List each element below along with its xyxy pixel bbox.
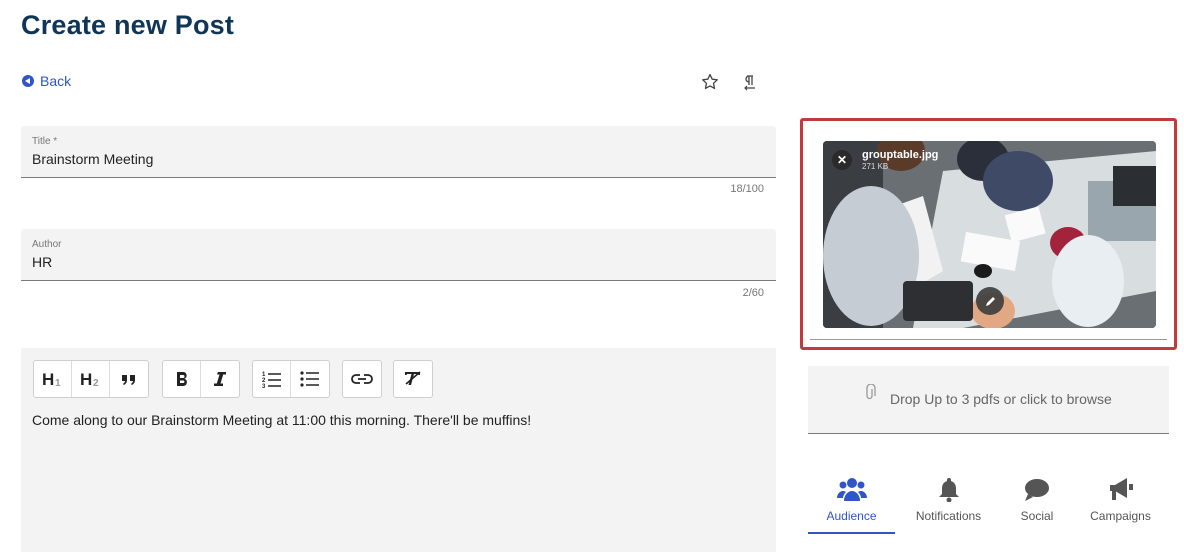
featured-image: ✕ grouptable.jpg 271 KB xyxy=(823,141,1156,328)
tab-social[interactable]: Social xyxy=(1002,474,1072,534)
bold-button[interactable] xyxy=(163,361,201,397)
svg-text:H: H xyxy=(80,370,92,388)
image-filesize: 271 KB xyxy=(862,162,889,171)
rich-text-editor[interactable]: H1 H2 123 Come along to our Brainstorm M… xyxy=(21,348,776,552)
heading1-button[interactable]: H1 xyxy=(34,361,72,397)
tab-notifications-label: Notifications xyxy=(915,509,982,523)
tab-campaigns-label: Campaigns xyxy=(1090,509,1151,523)
title-label: Title * xyxy=(32,136,58,147)
author-field[interactable]: Author HR xyxy=(21,229,776,281)
page-title: Create new Post xyxy=(21,10,235,40)
back-arrow-icon xyxy=(22,75,34,87)
megaphone-icon xyxy=(1108,474,1134,502)
heading-toolbar-group: H1 H2 xyxy=(33,360,149,398)
paperclip-icon xyxy=(863,383,877,407)
tab-campaigns[interactable]: Campaigns xyxy=(1072,474,1169,534)
heading2-icon: H2 xyxy=(80,370,99,388)
pencil-icon xyxy=(985,296,995,306)
tab-notifications[interactable]: Notifications xyxy=(895,474,1002,534)
clear-format-button[interactable] xyxy=(394,361,432,397)
favorite-star-icon[interactable] xyxy=(700,72,720,92)
remove-image-button[interactable]: ✕ xyxy=(832,150,852,170)
pdf-dropzone[interactable]: Drop Up to 3 pdfs or click to browse xyxy=(808,366,1169,434)
heading2-button[interactable]: H2 xyxy=(72,361,110,397)
editor-content[interactable]: Come along to our Brainstorm Meeting at … xyxy=(32,412,531,428)
author-label: Author xyxy=(32,239,62,250)
settings-tabs: Audience Notifications Social Campaigns xyxy=(808,474,1169,534)
back-label: Back xyxy=(40,73,72,89)
italic-icon xyxy=(214,372,226,386)
bullet-list-icon xyxy=(300,371,319,387)
bold-icon xyxy=(176,371,187,386)
tab-social-label: Social xyxy=(1020,509,1054,523)
svg-text:H: H xyxy=(42,370,54,388)
tab-audience-label: Audience xyxy=(826,509,877,523)
image-field-underline xyxy=(810,339,1167,340)
users-icon xyxy=(836,474,867,502)
ordered-list-icon: 123 xyxy=(262,372,281,388)
author-input[interactable]: HR xyxy=(32,254,52,270)
author-char-counter: 2/60 xyxy=(742,287,764,299)
link-icon xyxy=(351,374,373,384)
paragraph-direction-icon[interactable] xyxy=(740,72,760,92)
blockquote-button[interactable] xyxy=(110,361,148,397)
list-toolbar-group: 123 xyxy=(252,360,330,398)
tab-audience[interactable]: Audience xyxy=(808,474,895,534)
back-link[interactable]: Back xyxy=(22,73,71,89)
edit-image-button[interactable] xyxy=(976,287,1004,315)
chat-bubble-icon xyxy=(1024,474,1050,502)
quote-icon xyxy=(122,375,135,385)
link-button[interactable] xyxy=(343,361,381,397)
format-toolbar-group xyxy=(162,360,240,398)
bell-icon xyxy=(938,474,960,502)
image-filename: grouptable.jpg xyxy=(862,149,939,161)
ordered-list-button[interactable]: 123 xyxy=(253,361,291,397)
italic-button[interactable] xyxy=(201,361,239,397)
clear-format-icon xyxy=(405,371,421,385)
link-toolbar-group xyxy=(342,360,382,398)
featured-image-panel: ✕ grouptable.jpg 271 KB xyxy=(800,118,1177,350)
dropzone-text: Drop Up to 3 pdfs or click to browse xyxy=(890,391,1112,407)
svg-text:1: 1 xyxy=(55,378,61,388)
title-char-counter: 18/100 xyxy=(730,183,764,195)
bullet-list-button[interactable] xyxy=(291,361,329,397)
svg-text:2: 2 xyxy=(93,378,99,388)
title-field[interactable]: Title * Brainstorm Meeting xyxy=(21,126,776,178)
heading1-icon: H1 xyxy=(42,370,61,388)
title-input[interactable]: Brainstorm Meeting xyxy=(32,151,153,167)
clear-toolbar-group xyxy=(393,360,433,398)
svg-text:3: 3 xyxy=(262,384,266,388)
